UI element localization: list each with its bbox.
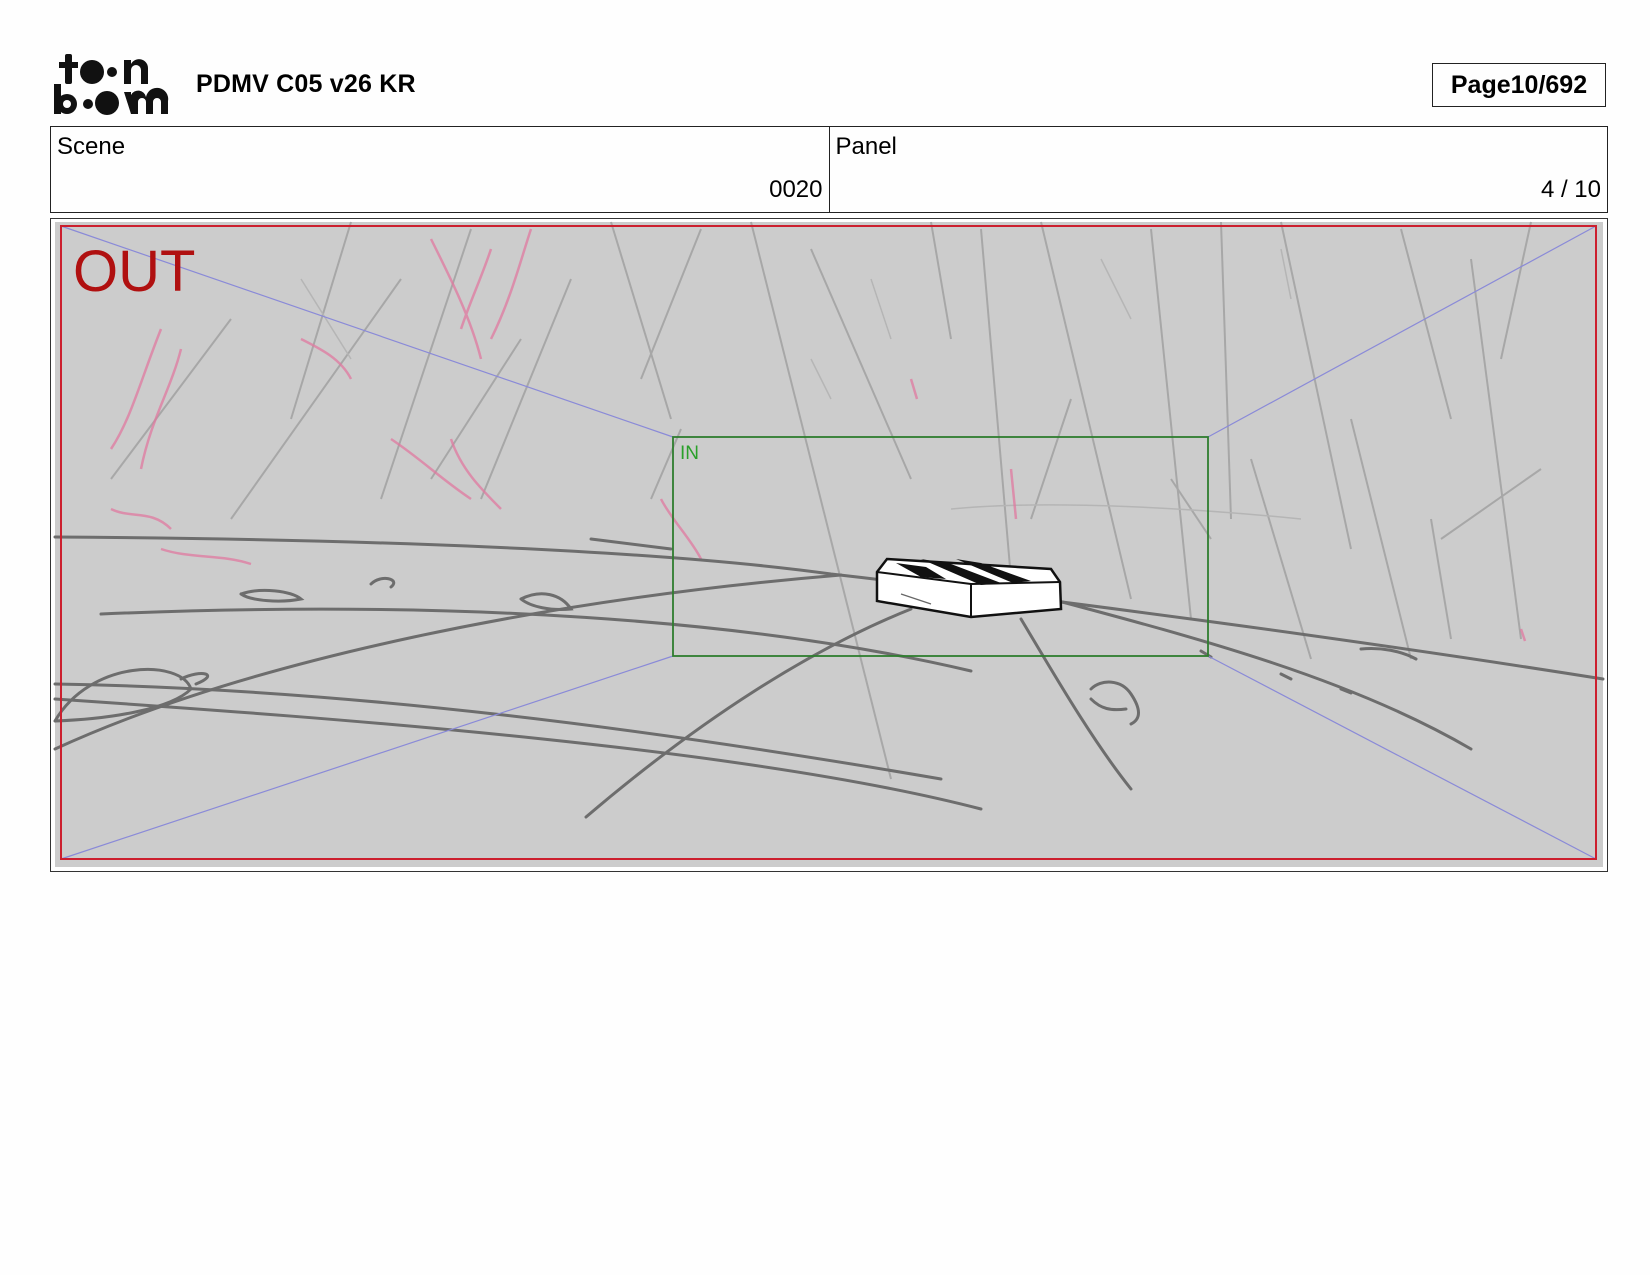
storyboard-panel: OUT IN — [50, 218, 1608, 872]
scene-label: Scene — [57, 133, 126, 160]
out-label: OUT — [73, 239, 195, 304]
panel-drawing: OUT IN — [53, 221, 1605, 867]
in-label: IN — [680, 443, 699, 464]
scene-number: 0020 — [769, 176, 823, 203]
scene-cell: Scene 0020 — [51, 127, 829, 212]
panel-background — [55, 222, 1603, 867]
project-title: PDMV C05 v26 KR — [196, 70, 416, 98]
scene-panel-info: Scene 0020 Panel 4 / 10 — [50, 126, 1608, 213]
page-label: Page — [1450, 70, 1511, 99]
page-indicator: Page 10/692 — [1432, 63, 1606, 107]
panel-number: 4 / 10 — [1540, 176, 1601, 203]
panel-cell: Panel 4 / 10 — [828, 127, 1608, 212]
page-number: 10/692 — [1510, 70, 1588, 99]
panel-label: Panel — [835, 133, 897, 160]
toon-boom-logo — [52, 52, 170, 116]
